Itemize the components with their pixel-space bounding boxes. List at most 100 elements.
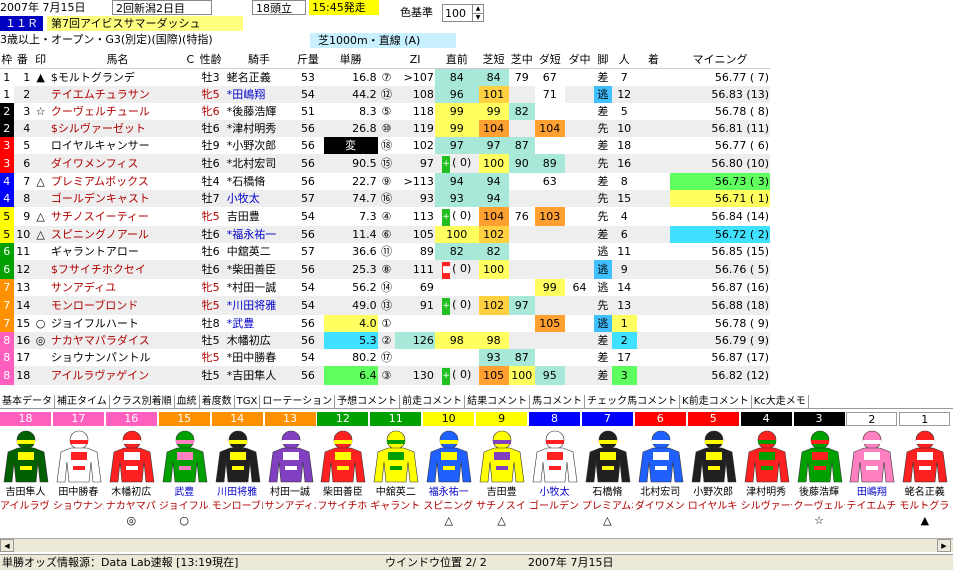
column-header[interactable]: C <box>185 51 196 69</box>
horse-name: モンローブロンド <box>49 296 186 315</box>
win-odds: 22.7 <box>352 175 377 188</box>
column-header[interactable]: 人 <box>611 51 637 69</box>
prediction-mark <box>31 349 50 366</box>
tab-TGX[interactable]: TGX <box>235 395 261 408</box>
table-row[interactable]: 4 7 △ プレミアムボックス 牡4 *石橋脩 56 22.7 ⑨ >113 94 94 63 差 8 56.… <box>0 173 770 190</box>
table-row[interactable]: 8 17 ショウナンパントル 牝5 *田中勝春 54 80.2 ⑰ 93 87 差 17 56.87 (… <box>0 349 770 366</box>
column-header[interactable]: 番 <box>13 51 32 69</box>
tab-予想コメント[interactable]: 予想コメント <box>335 395 401 408</box>
dirt-mid <box>564 190 595 207</box>
color-base-value: 100 <box>445 7 466 20</box>
column-header[interactable]: ZI <box>395 51 435 69</box>
spin-down-icon[interactable]: ▼ <box>472 13 483 21</box>
dirt-short <box>534 296 565 315</box>
sex-age: 牡5 <box>195 366 226 385</box>
table-row[interactable]: 2 4 $シルヴァーゼット 牡6 *津村明秀 56 26.8 ⑩ 119 99 104 104 先 10 5… <box>0 120 770 137</box>
table-row[interactable]: 5 10 △ スピニングノアール 牡6 *福永祐一 56 11.4 ⑥ 105 100 102 差 6 56… <box>0 226 770 243</box>
weight: 56 <box>300 139 315 152</box>
turf-short: 100 <box>478 154 509 173</box>
tab-結果コメント[interactable]: 結果コメント <box>465 395 531 408</box>
column-header[interactable]: 馬名 <box>49 51 186 69</box>
tab-ローテーション[interactable]: ローテーション <box>260 395 336 408</box>
jockey-silk-icon <box>0 428 51 484</box>
silk-number: 9 <box>476 412 528 426</box>
scroll-right-icon[interactable]: ▶ <box>937 539 951 552</box>
table-row[interactable]: 6 11 ギャラントアロー 牡6 中舘英二 57 36.6 ⑪ 89 82 82 逃 11 56.85 (… <box>0 243 770 260</box>
table-row[interactable]: 8 18 アイルラヴァゲイン 牡5 *吉田隼人 56 6.4 ③ 130 +( 0) 105 100 9… <box>0 366 770 385</box>
race-number: １１Ｒ <box>0 16 43 31</box>
column-header[interactable]: 脚 <box>594 51 612 69</box>
table-row[interactable]: 3 5 ロイヤルキャンサー 牡9 *小野次郎 56 変 ⑱ 102 97 97 87 差 18 56.77 … <box>0 137 770 154</box>
mining-score: 56.71 ( 1) <box>669 190 770 207</box>
tab-K前走コメント[interactable]: K前走コメント <box>680 395 752 408</box>
table-row[interactable]: 7 14 モンローブロンド 牝5 *川田将雅 54 49.0 ⑬ 91 +( 0) 102 97 先 13… <box>0 296 770 315</box>
weight: 54 <box>300 281 315 294</box>
column-header[interactable]: 着 <box>636 51 670 69</box>
zi-flag: ■ <box>442 262 451 279</box>
column-header[interactable]: 斤量 <box>292 51 324 69</box>
tab-馬コメント[interactable]: 馬コメント <box>530 395 586 408</box>
column-header[interactable]: 芝短 <box>478 51 509 69</box>
mining-score: 56.87 (17) <box>711 351 769 364</box>
color-base-spinner[interactable]: 100 ▲ ▼ <box>442 4 484 22</box>
finish <box>636 86 670 103</box>
table-row[interactable]: 8 16 ◎ ナカヤマパラダイス 牡5 木幡初広 56 5.3 ② 126 98 98 差 2 56.79 … <box>0 332 770 349</box>
running-style: 差 <box>597 175 609 188</box>
running-style: 逃 <box>594 86 612 103</box>
tab-クラス別着順[interactable]: クラス別着順 <box>110 395 175 408</box>
turf-mid <box>509 279 535 296</box>
finish <box>637 207 670 226</box>
tab-血統[interactable]: 血統 <box>175 395 200 408</box>
pre-race: +( 0) <box>435 207 479 226</box>
column-header[interactable] <box>377 51 396 69</box>
table-row[interactable]: 4 8 ゴールデンキャスト 牡7 小牧太 57 74.7 ⑯ 93 93 94 先 15 56.71 ( … <box>0 190 770 207</box>
race-name: 第7回アイビスサマーダッシュ <box>47 16 243 31</box>
column-header[interactable]: ダ中 <box>564 51 595 69</box>
jockey-silk-icon <box>688 428 739 484</box>
tab-着度数[interactable]: 着度数 <box>200 395 235 408</box>
column-header[interactable]: 単勝 <box>323 51 378 69</box>
dirt-mid <box>564 86 595 103</box>
tab-補正タイム[interactable]: 補正タイム <box>55 395 110 408</box>
table-row[interactable]: 1 2 テイエムチュラサン 牝5 *田嶋翔 54 44.2 ⑫ 108 96 101 71 逃 12 56.… <box>0 86 770 103</box>
silk-horse: ナカヤマパラ <box>105 501 157 512</box>
column-header[interactable]: マイニング <box>669 51 770 69</box>
turf-short: 94 <box>478 173 509 190</box>
table-row[interactable]: 7 13 サンアディユ 牝5 *村田一誠 54 56.2 ⑭ 69 99 64 逃 14 56.87 (1… <box>0 279 770 296</box>
table-row[interactable]: 5 9 △ サチノスイーティー 牝5 吉田豊 54 7.3 ④ 113 +( 0) 104 76 103 先… <box>0 207 770 226</box>
win-odds: 4.0 <box>323 315 378 332</box>
column-header[interactable]: ダ短 <box>534 51 565 69</box>
jockey: *川田将雅 <box>225 296 293 315</box>
waku-cell: 7 <box>0 315 14 332</box>
turf-mid <box>508 226 535 243</box>
column-header[interactable]: 性齢 <box>195 51 226 69</box>
tab-チェック馬コメント[interactable]: チェック馬コメント <box>585 395 681 408</box>
column-header[interactable]: 騎手 <box>225 51 293 69</box>
weight: 56 <box>292 260 324 279</box>
column-header[interactable]: 枠 <box>0 51 14 69</box>
table-row[interactable]: 3 6 ダイワメンフィス 牡6 *北村宏司 56 90.5 ⑮ 97 +( 0) 100 90 89 先 1… <box>0 154 770 173</box>
silk-jockey: 蛯名正義 <box>904 487 945 498</box>
column-header[interactable]: 芝中 <box>508 51 535 69</box>
spin-up-icon[interactable]: ▲ <box>472 5 483 13</box>
table-row[interactable]: 6 12 $フサイチホクセイ 牡6 *柴田善臣 56 25.3 ⑧ 111 ■( 0) 100 逃 9 5… <box>0 260 770 279</box>
table-row[interactable]: 7 15 ○ ジョイフルハート 牡8 *武豊 56 4.0 ① 105 逃 1 56.78 ( 9) <box>0 315 770 332</box>
column-header[interactable]: 印 <box>31 51 50 69</box>
scroll-left-icon[interactable]: ◀ <box>0 539 14 552</box>
column-header[interactable]: 直前 <box>434 51 479 69</box>
prediction-mark <box>31 243 50 260</box>
popularity: 12 <box>611 86 637 103</box>
odds-rank: ⑤ <box>381 105 392 118</box>
jockey: 吉田豊 <box>226 210 260 223</box>
weight: 56 <box>300 175 315 188</box>
table-row[interactable]: 2 3 ☆ クーヴェルチュール 牝6 *後藤浩輝 51 8.3 ⑤ 118 99 99 82 差 5 56.7… <box>0 103 770 120</box>
odds-rank: ⑰ <box>380 351 392 364</box>
tab-基本データ[interactable]: 基本データ <box>0 395 55 408</box>
table-row[interactable]: 1 1 ▲ $モルトグランデ 牡3 蛯名正義 53 16.8 ⑦ >107 84 84 79 67 差 7 56… <box>0 68 770 86</box>
horizontal-scrollbar[interactable]: ◀ ▶ <box>0 538 953 552</box>
silk-card: 13 村田一誠サンアディユ <box>264 412 317 532</box>
tab-Kc大走メモ[interactable]: Kc大走メモ <box>752 395 809 408</box>
c-flag <box>185 137 195 154</box>
tab-前走コメント[interactable]: 前走コメント <box>400 395 466 408</box>
jockey: 蛯名正義 <box>226 71 271 84</box>
